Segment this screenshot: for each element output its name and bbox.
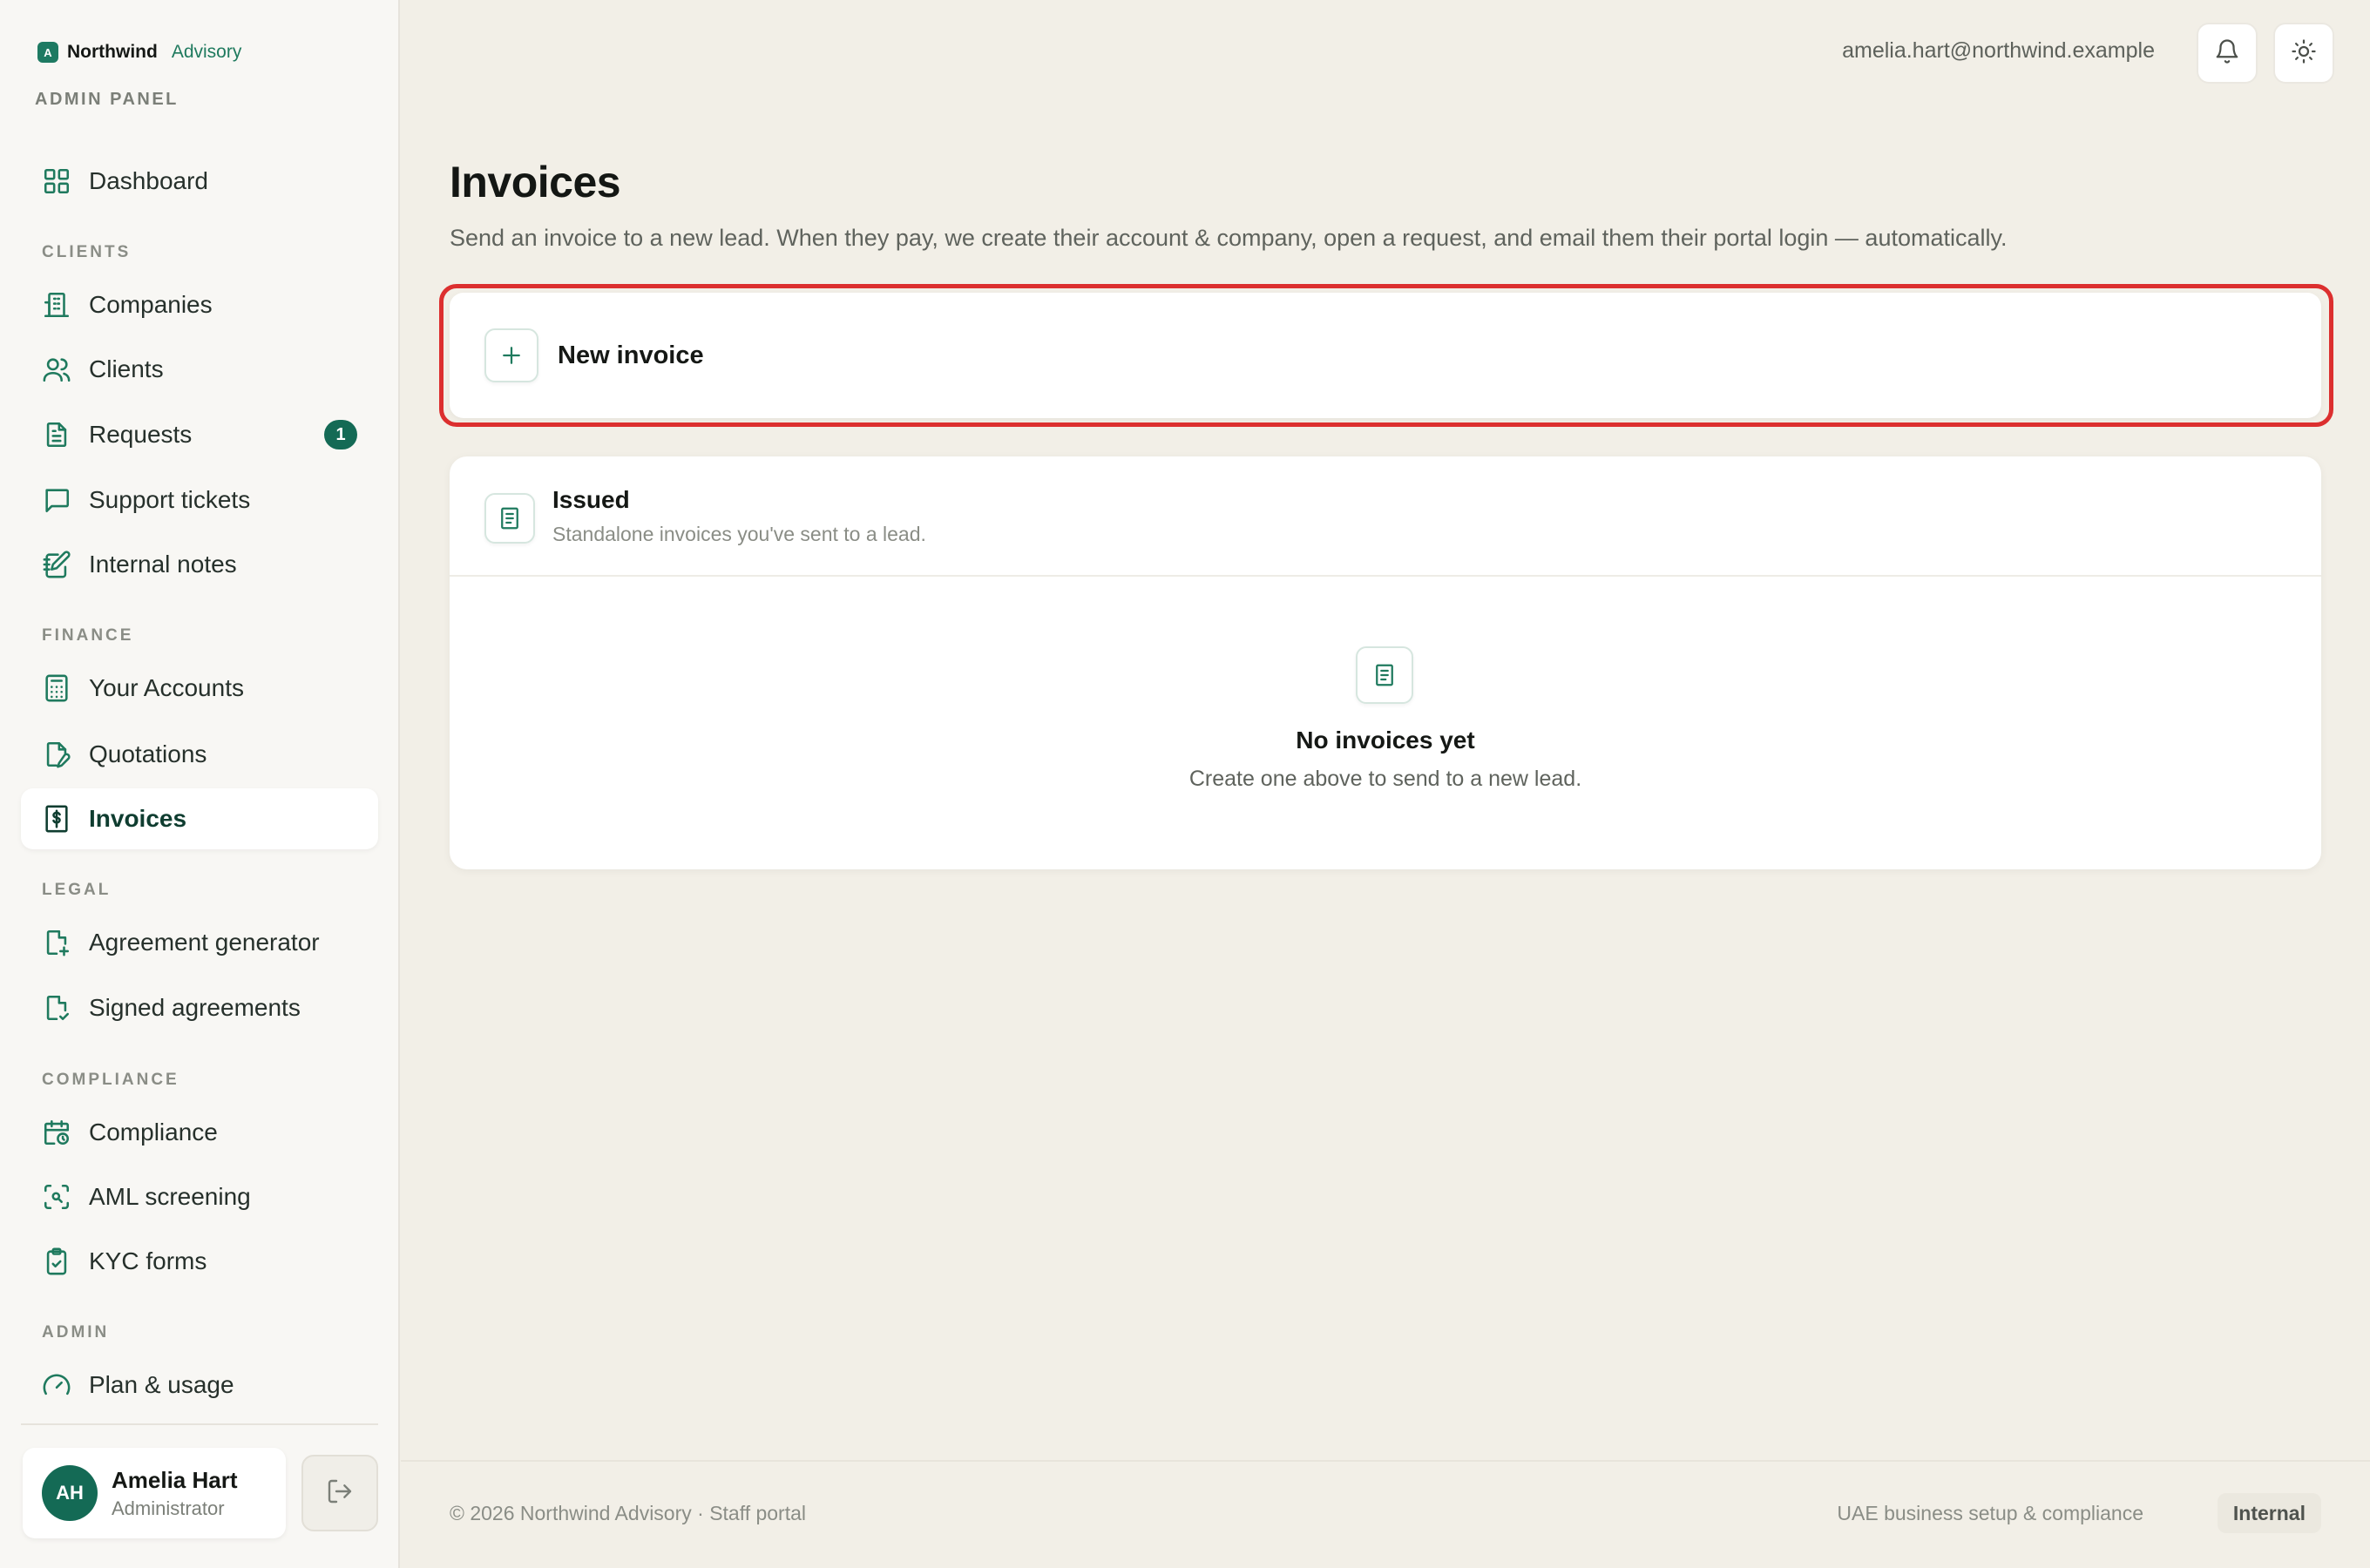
sidebar-item-label: KYC forms [89,1247,207,1274]
sidebar-item-signed-agreements[interactable]: Signed agreements [21,977,378,1038]
sidebar-item-compliance[interactable]: Compliance [21,1102,378,1163]
sidebar-item-support-tickets[interactable]: Support tickets [21,470,378,531]
receipt-icon [484,493,535,544]
message-square-icon [42,485,71,515]
issued-title: Issued [552,486,630,513]
gauge-icon [42,1370,71,1400]
sidebar-item-agreement-generator[interactable]: Agreement generator [21,912,378,973]
brand[interactable]: A Northwind Advisory [37,41,241,64]
sidebar-item-label: Clients [89,355,164,382]
file-text-icon [42,420,71,449]
environment-badge: Internal [2217,1493,2321,1533]
empty-receipt-icon [1356,646,1413,704]
user-name: Amelia Hart [112,1466,238,1493]
notifications-button[interactable] [2197,23,2258,84]
footer-tagline: UAE business setup & compliance [1837,1502,2143,1524]
requests-count-badge: 1 [324,420,357,449]
users-icon [42,355,71,384]
footer-divider [401,1460,2370,1462]
file-plus-icon [42,928,71,957]
user-role: Administrator [112,1497,225,1519]
file-check-icon [42,993,71,1023]
sidebar-item-quotations[interactable]: Quotations [21,724,378,785]
theme-toggle-button[interactable] [2273,23,2334,84]
sidebar-divider [21,1423,378,1425]
sidebar-item-label: Invoices [89,805,187,832]
sidebar-item-kyc-forms[interactable]: KYC forms [21,1231,378,1292]
calculator-icon [42,673,71,703]
sidebar-item-label: Agreement generator [89,929,320,956]
sidebar-item-label: Internal notes [89,551,237,578]
avatar: AH [42,1465,98,1521]
sidebar-item-label: Dashboard [89,167,208,194]
logout-button[interactable] [301,1455,378,1531]
sidebar-item-invoices[interactable]: Invoices [21,788,378,849]
sidebar-item-label: Signed agreements [89,994,301,1021]
clipboard-check-icon [42,1247,71,1276]
sidebar-item-label: Your Accounts [89,674,244,701]
section-label-legal: LEGAL [42,881,112,899]
issued-subtitle: Standalone invoices you've sent to a lea… [552,523,926,545]
sidebar-item-your-accounts[interactable]: Your Accounts [21,658,378,719]
issued-invoices-card: Issued Standalone invoices you've sent t… [450,456,2321,869]
empty-state-subtitle: Create one above to send to a new lead. [1188,767,1582,791]
panel-label: ADMIN PANEL [35,90,179,109]
calendar-clock-icon [42,1118,71,1147]
scan-search-icon [42,1182,71,1212]
sidebar-item-companies[interactable]: Companies [21,274,378,335]
building-icon [42,290,71,320]
sidebar: A Northwind Advisory ADMIN PANEL Dashboa… [0,0,400,1568]
sidebar-item-label: Plan & usage [89,1371,234,1398]
issued-header: Issued Standalone invoices you've sent t… [450,456,2321,577]
sidebar-item-requests[interactable]: Requests 1 [21,404,378,465]
sidebar-item-aml-screening[interactable]: AML screening [21,1166,378,1227]
sidebar-item-clients[interactable]: Clients [21,339,378,400]
footer-copyright: © 2026 Northwind Advisory · Staff portal [450,1502,807,1524]
receipt-dollar-icon [42,804,71,834]
sun-icon [2291,38,2317,69]
user-info: Amelia Hart Administrator [112,1467,238,1520]
grid-icon [42,166,71,196]
highlight-outline [439,284,2333,427]
user-card[interactable]: AH Amelia Hart Administrator [23,1448,286,1538]
sidebar-item-label: Companies [89,291,213,318]
log-out-icon [326,1477,354,1510]
file-pen-icon [42,740,71,769]
sidebar-item-internal-notes[interactable]: Internal notes [21,534,378,595]
page-description: Send an invoice to a new lead. When they… [450,225,2008,251]
empty-state-title: No invoices yet [1296,727,1475,754]
page-title: Invoices [450,158,621,206]
sidebar-item-label: Compliance [89,1119,218,1146]
section-label-finance: FINANCE [42,626,134,645]
sidebar-item-plan-usage[interactable]: Plan & usage [21,1355,378,1416]
brand-sub: Advisory [171,42,242,62]
section-label-admin: ADMIN [42,1323,110,1342]
app-window: A Northwind Advisory ADMIN PANEL Dashboa… [0,0,2370,1568]
bell-icon [2214,38,2240,69]
sidebar-item-dashboard[interactable]: Dashboard [21,151,378,212]
brand-logo-icon: A [37,42,58,63]
section-label-compliance: COMPLIANCE [42,1071,179,1089]
sidebar-item-label: AML screening [89,1183,251,1210]
sidebar-item-label: Quotations [89,740,207,767]
user-email: amelia.hart@northwind.example [1842,38,2155,63]
section-label-clients: CLIENTS [42,243,132,261]
brand-name: Northwind [67,42,158,62]
sidebar-item-label: Support tickets [89,486,251,513]
notebook-pen-icon [42,550,71,579]
